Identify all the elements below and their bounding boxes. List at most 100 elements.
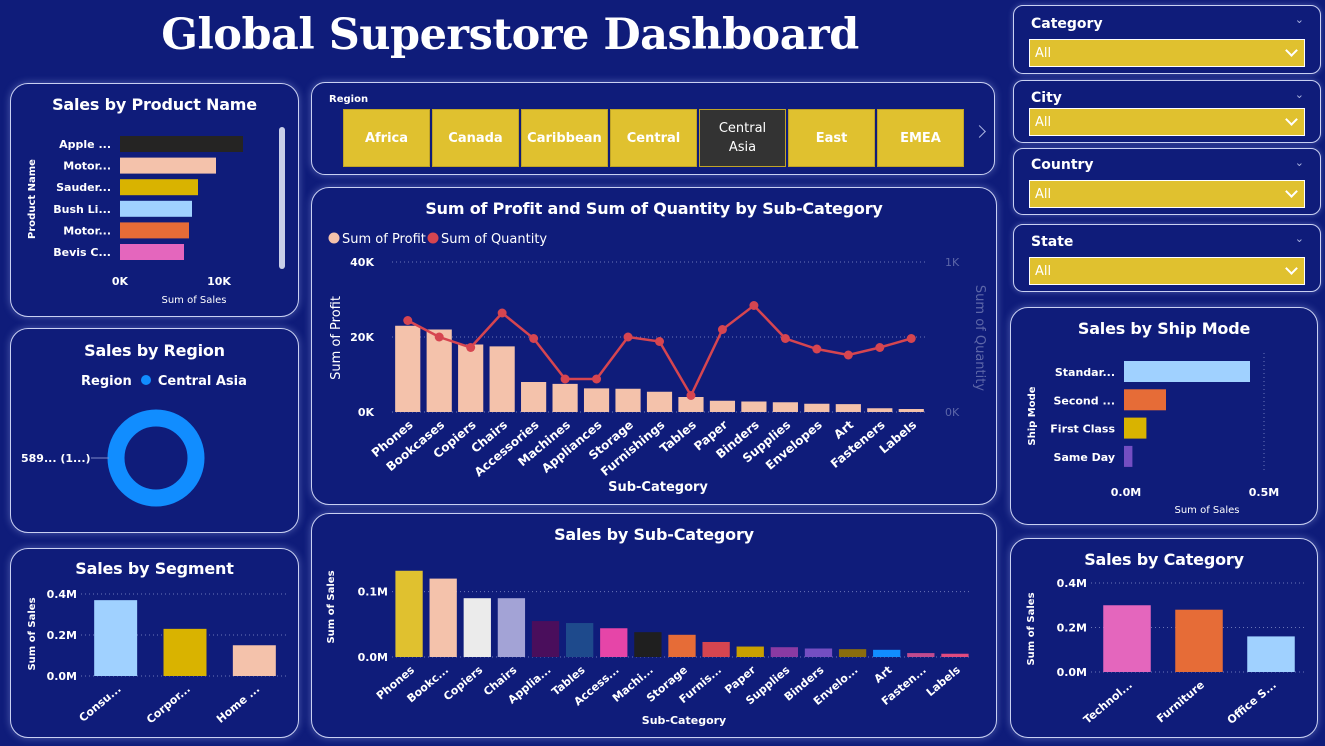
- country-dropdown[interactable]: All: [1029, 180, 1305, 208]
- region-tile-central-asia[interactable]: Central Asia: [699, 109, 786, 167]
- dropdown-value: All: [1035, 264, 1052, 279]
- city-slicer[interactable]: City ⌄ All: [1013, 80, 1321, 143]
- bar[interactable]: [838, 649, 867, 657]
- profit-bar[interactable]: [741, 401, 767, 413]
- quantity-point[interactable]: [906, 334, 916, 343]
- bar[interactable]: [668, 634, 696, 657]
- profit-bar[interactable]: [709, 400, 736, 412]
- bar[interactable]: [429, 578, 457, 657]
- scrollbar[interactable]: [279, 127, 285, 269]
- quantity-point[interactable]: [655, 337, 664, 346]
- bar[interactable]: [1124, 389, 1166, 411]
- bar[interactable]: [736, 646, 764, 657]
- region-tile-caribbean[interactable]: Caribbean: [521, 109, 608, 167]
- category-label: Second ...: [1053, 394, 1115, 407]
- quantity-point[interactable]: [812, 344, 822, 354]
- profit-bar[interactable]: [898, 409, 924, 412]
- y-tick: 0.2M: [47, 629, 77, 642]
- profit-bar[interactable]: [646, 391, 673, 412]
- state-slicer[interactable]: State ⌄ All: [1013, 224, 1321, 292]
- bar[interactable]: [770, 647, 798, 657]
- quantity-point[interactable]: [466, 343, 476, 352]
- quantity-point[interactable]: [843, 350, 853, 360]
- region-tile-east[interactable]: East: [788, 109, 875, 167]
- chevron-right-icon[interactable]: [973, 125, 986, 138]
- quantity-point[interactable]: [403, 316, 413, 325]
- profit-bar[interactable]: [426, 329, 452, 413]
- country-slicer[interactable]: Country ⌄ All: [1013, 148, 1321, 215]
- profit-bar[interactable]: [772, 402, 798, 412]
- profit-bar[interactable]: [583, 388, 610, 412]
- quantity-point[interactable]: [780, 334, 790, 343]
- profit-bar[interactable]: [867, 408, 893, 412]
- quantity-point[interactable]: [686, 391, 696, 400]
- category-dropdown[interactable]: All: [1029, 39, 1305, 67]
- quantity-point[interactable]: [717, 325, 727, 334]
- profit-bar[interactable]: [521, 382, 547, 412]
- bar[interactable]: [1124, 417, 1147, 439]
- x-axis-label: Sub-Category: [642, 714, 726, 727]
- category-slicer[interactable]: Category ⌄ All: [1013, 5, 1321, 74]
- bar[interactable]: [873, 649, 901, 657]
- quantity-point[interactable]: [497, 308, 507, 318]
- category-label: Tables: [657, 418, 699, 456]
- bar[interactable]: [702, 641, 730, 657]
- region-tile-central[interactable]: Central: [610, 109, 697, 167]
- bar[interactable]: [163, 628, 207, 676]
- y-tick: 0.0M: [47, 670, 77, 683]
- quantity-point[interactable]: [434, 332, 444, 342]
- collapse-chevron-icon[interactable]: ⌄: [1295, 13, 1304, 26]
- collapse-chevron-icon[interactable]: ⌄: [1295, 232, 1304, 245]
- bar[interactable]: [1247, 636, 1295, 672]
- bar[interactable]: [941, 653, 969, 657]
- profit-bar[interactable]: [615, 388, 641, 412]
- y-tick: 0.4M: [1057, 577, 1087, 590]
- state-dropdown[interactable]: All: [1029, 257, 1305, 285]
- bar[interactable]: [531, 621, 560, 657]
- profit-bar[interactable]: [458, 344, 484, 413]
- y-axis-label: Sum of Sales: [326, 570, 337, 643]
- bar[interactable]: [497, 598, 526, 657]
- quantity-point[interactable]: [560, 374, 570, 384]
- bar[interactable]: [1124, 445, 1133, 467]
- profit-bar[interactable]: [835, 404, 861, 412]
- profit-bar[interactable]: [804, 403, 830, 412]
- profit-bar[interactable]: [395, 325, 421, 412]
- category-slicer-label: Category: [1031, 16, 1103, 32]
- collapse-chevron-icon[interactable]: ⌄: [1295, 156, 1304, 169]
- quantity-point[interactable]: [623, 332, 633, 342]
- y-tick: 0.1M: [358, 586, 388, 599]
- donut-slice[interactable]: [107, 409, 205, 507]
- bar[interactable]: [1175, 609, 1223, 672]
- country-slicer-label: Country: [1031, 157, 1094, 173]
- region-tile-emea[interactable]: EMEA: [877, 109, 964, 167]
- collapse-chevron-icon[interactable]: ⌄: [1295, 88, 1304, 101]
- legend-dot-icon: [328, 232, 340, 244]
- bar[interactable]: [232, 645, 276, 676]
- bar[interactable]: [94, 600, 138, 676]
- bar[interactable]: [634, 632, 662, 657]
- quantity-point[interactable]: [529, 334, 539, 343]
- quantity-point[interactable]: [749, 301, 759, 310]
- region-tile-canada[interactable]: Canada: [432, 109, 519, 167]
- region-tile-africa[interactable]: Africa: [343, 109, 430, 167]
- region-slicer[interactable]: Region Africa Canada Caribbean Central Centr…: [311, 82, 995, 175]
- y-axis-label: Sum of Sales: [27, 597, 38, 670]
- profit-bar[interactable]: [552, 383, 578, 412]
- y-tick: 20K: [350, 331, 374, 344]
- bar[interactable]: [1103, 605, 1151, 672]
- bar[interactable]: [566, 623, 594, 657]
- bar[interactable]: [395, 570, 423, 657]
- quantity-point[interactable]: [592, 374, 602, 384]
- subcategory-chart: 0.0M0.1MPhonesBookc...CopiersChairsAppli…: [326, 570, 972, 727]
- bar[interactable]: [600, 628, 628, 657]
- quantity-point[interactable]: [875, 343, 885, 352]
- bar[interactable]: [1124, 361, 1250, 382]
- shipmode-chart-card: Sales by Ship Mode Standar... Second ... F…: [1010, 307, 1318, 525]
- city-dropdown[interactable]: All: [1029, 108, 1305, 136]
- bar[interactable]: [463, 598, 491, 657]
- y-axis-label: Product Name: [27, 159, 38, 239]
- bar[interactable]: [804, 648, 833, 657]
- profit-bar[interactable]: [489, 346, 515, 412]
- bar[interactable]: [907, 653, 935, 657]
